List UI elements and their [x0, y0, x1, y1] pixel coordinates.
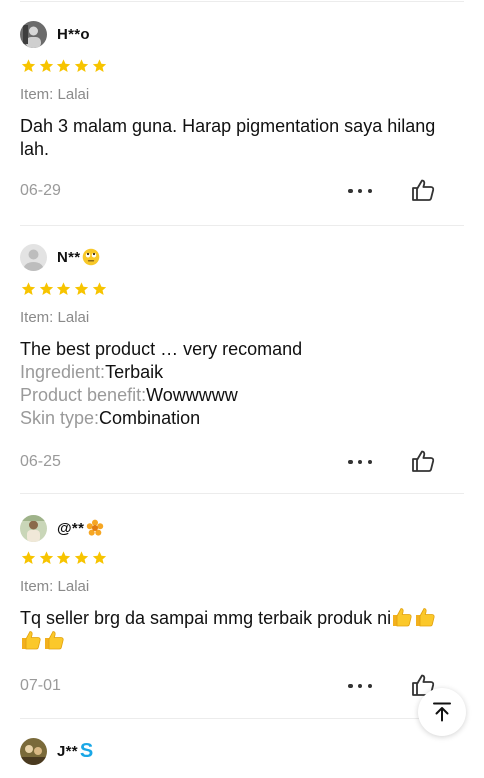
star-icon: [57, 282, 71, 295]
star-icon: [39, 551, 53, 564]
star-rating: [20, 550, 108, 566]
review-divider: [20, 493, 464, 494]
star-rating: [20, 58, 108, 74]
star-icon: [39, 282, 53, 295]
item-variant: Item: Lalai: [20, 86, 90, 103]
username: H**o: [57, 25, 90, 43]
star-icon: [92, 282, 106, 295]
avatar[interactable]: [20, 243, 47, 271]
top-divider: [20, 1, 464, 2]
attribute-row: Ingredient:Terbaik: [20, 362, 164, 382]
avatar[interactable]: [20, 737, 47, 765]
username: J** S: [57, 739, 94, 762]
star-icon: [74, 551, 89, 564]
item-variant: Item: Lalai: [20, 309, 90, 326]
review-text: Tq seller brg da sampai mmg terbaik prod…: [20, 607, 466, 653]
star-icon: [57, 59, 71, 72]
star-icon: [74, 282, 89, 295]
review-date: 06-29: [20, 182, 61, 199]
star-icon: [39, 59, 53, 72]
attribute-row: Product benefit:Wowwwww: [20, 385, 238, 405]
review-date: 06-25: [20, 453, 61, 470]
star-rating: [20, 281, 108, 297]
thumbs-up-emoji-icon: [416, 608, 435, 627]
eye-roll-emoji-icon: [83, 248, 100, 266]
attribute-row: Skin type:Combination: [20, 408, 201, 428]
review-divider: [20, 225, 464, 226]
review-divider: [20, 718, 464, 719]
username: N**: [57, 248, 100, 266]
star-icon: [92, 551, 106, 564]
avatar[interactable]: [20, 514, 47, 542]
review-header: H**o: [20, 20, 90, 48]
review-date: 07-01: [20, 677, 61, 694]
more-dots-icon[interactable]: [348, 682, 372, 690]
star-icon: [21, 282, 36, 295]
name-emoji: S: [79, 739, 94, 762]
username: @**: [57, 519, 104, 537]
thumbs-up-emoji-icon: [22, 631, 41, 650]
more-dots-icon[interactable]: [348, 458, 372, 466]
thumbs-up-outline-icon[interactable]: [410, 177, 436, 203]
review-text: The best product … very recomand Ingredi…: [20, 338, 466, 430]
back-to-top-button[interactable]: [418, 688, 466, 736]
star-icon: [92, 59, 106, 72]
thumbs-up-emoji-icon: [393, 608, 412, 627]
thumbs-up-outline-icon[interactable]: [410, 448, 436, 474]
flower-emoji-icon: [87, 519, 104, 536]
thumbs-up-emoji-icon: [45, 631, 64, 650]
arrow-up-to-top-icon: [433, 702, 451, 722]
item-variant: Item: Lalai: [20, 578, 90, 595]
more-dots-icon[interactable]: [348, 187, 372, 195]
review-text: Dah 3 malam guna. Harap pigmentation say…: [20, 116, 436, 159]
review-header: N**: [20, 243, 100, 271]
star-icon: [21, 59, 36, 72]
review-main-text: The best product … very recomand: [20, 339, 303, 359]
review-header: J** S: [20, 737, 94, 765]
star-icon: [57, 551, 71, 564]
star-icon: [74, 59, 89, 72]
avatar[interactable]: [20, 20, 47, 48]
review-header: @**: [20, 514, 104, 542]
star-icon: [21, 551, 36, 564]
